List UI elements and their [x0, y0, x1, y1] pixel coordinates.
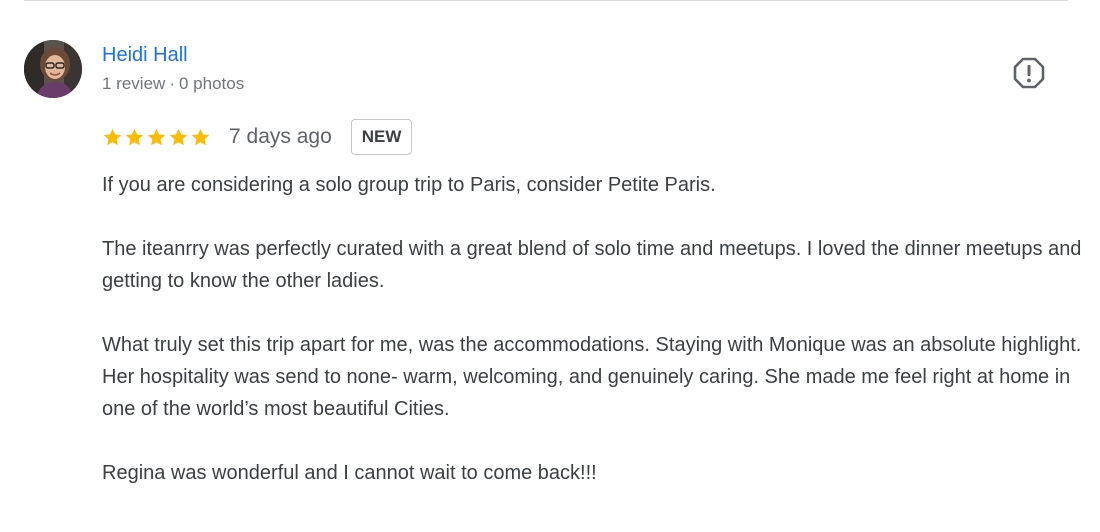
- review-paragraph: If you are considering a solo group trip…: [102, 174, 716, 196]
- review-date: 7 days ago: [229, 125, 332, 148]
- star-icon: [147, 128, 166, 145]
- avatar-image: [24, 40, 82, 98]
- star-icon: [103, 128, 122, 145]
- review-count: 1 review: [102, 74, 166, 93]
- star-icon: [169, 128, 188, 145]
- star-icon: [125, 128, 144, 145]
- meta-separator: ·: [169, 74, 175, 93]
- top-divider: [24, 0, 1068, 1]
- photo-count: 0 photos: [178, 74, 245, 93]
- review-paragraph: The iteanrry was perfectly curated with …: [102, 238, 1082, 292]
- new-badge: NEW: [350, 119, 413, 155]
- review-paragraph: Regina was wonderful and I cannot wait t…: [102, 462, 597, 484]
- star-icon: [191, 128, 210, 145]
- author-avatar[interactable]: [24, 40, 82, 98]
- review-paragraph: What truly set this trip apart for me, w…: [102, 334, 1082, 420]
- review-text: If you are considering a solo group trip…: [102, 169, 1082, 489]
- report-flag-icon[interactable]: [1012, 56, 1046, 90]
- author-name[interactable]: Heidi Hall: [102, 43, 188, 67]
- rating-row: 7 days ago NEW: [102, 118, 413, 156]
- star-rating: [102, 127, 211, 148]
- author-meta: 1 review · 0 photos: [102, 73, 244, 95]
